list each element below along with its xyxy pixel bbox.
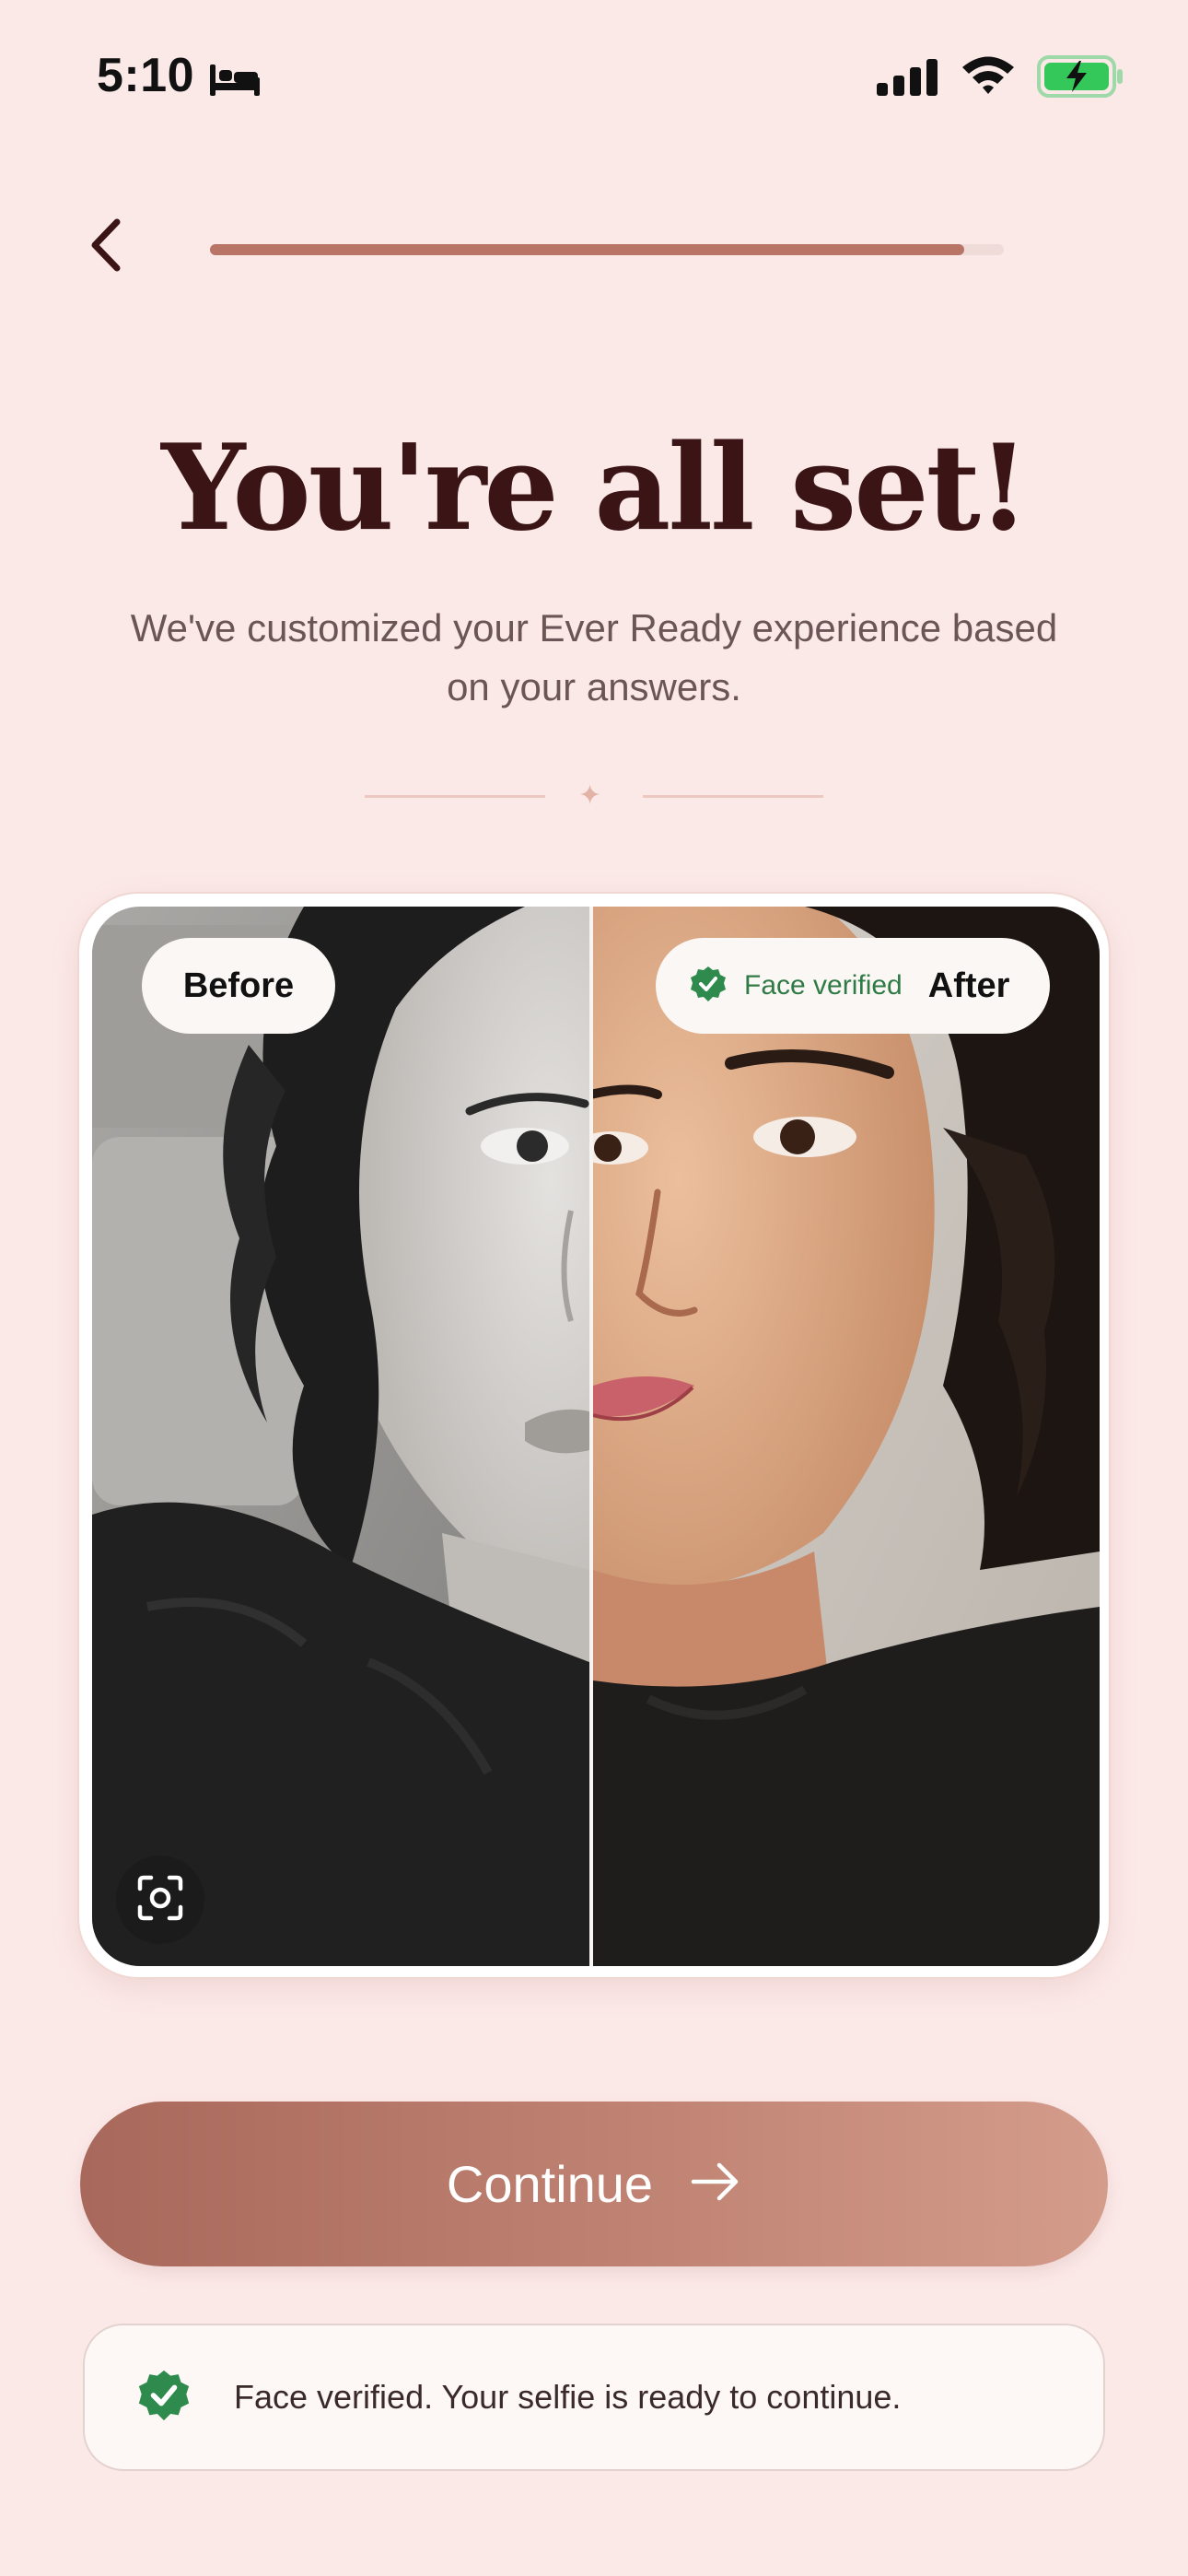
progress-bar bbox=[210, 244, 1004, 255]
arrow-right-icon bbox=[690, 2161, 741, 2207]
after-label-pill: Face verified After bbox=[656, 938, 1050, 1034]
comparison-divider-handle[interactable] bbox=[589, 907, 593, 1966]
before-label: Before bbox=[142, 938, 335, 1034]
chevron-left-icon bbox=[87, 217, 124, 278]
signal-icon bbox=[877, 57, 941, 100]
wifi-icon bbox=[960, 53, 1017, 100]
divider-line-right bbox=[643, 795, 823, 798]
continue-label: Continue bbox=[446, 2155, 654, 2213]
before-after-image[interactable] bbox=[92, 907, 1100, 1966]
status-bar: 5:10 bbox=[0, 0, 1188, 138]
status-time: 5:10 bbox=[97, 49, 195, 102]
battery-charging-icon bbox=[1037, 55, 1125, 102]
divider-line-left bbox=[365, 795, 545, 798]
sparkle-icon: ✦ bbox=[578, 780, 602, 811]
verified-badge-icon bbox=[689, 965, 728, 1008]
after-photo bbox=[593, 907, 1100, 1966]
face-scan-button[interactable] bbox=[116, 1856, 204, 1944]
before-after-card bbox=[77, 892, 1111, 1979]
face-verified-label: Face verified bbox=[744, 970, 903, 1001]
progress-fill bbox=[210, 244, 964, 255]
before-photo bbox=[92, 907, 589, 1966]
page-title: You're all set! bbox=[161, 419, 1030, 557]
verified-badge-icon bbox=[136, 2368, 192, 2428]
continue-button[interactable]: Continue bbox=[80, 2102, 1108, 2266]
page-subtitle: We've customized your Ever Ready experie… bbox=[130, 606, 1058, 708]
onboarding-complete-screen: 5:10 You're all set! We've customized yo… bbox=[0, 0, 1188, 2576]
face-scan-icon bbox=[136, 1874, 184, 1926]
back-button[interactable] bbox=[64, 210, 147, 284]
verification-toast: Face verified. Your selfie is ready to c… bbox=[83, 2324, 1105, 2471]
after-label: After bbox=[927, 966, 1010, 1005]
toast-message: Face verified. Your selfie is ready to c… bbox=[234, 2378, 902, 2416]
bed-icon bbox=[208, 61, 262, 102]
